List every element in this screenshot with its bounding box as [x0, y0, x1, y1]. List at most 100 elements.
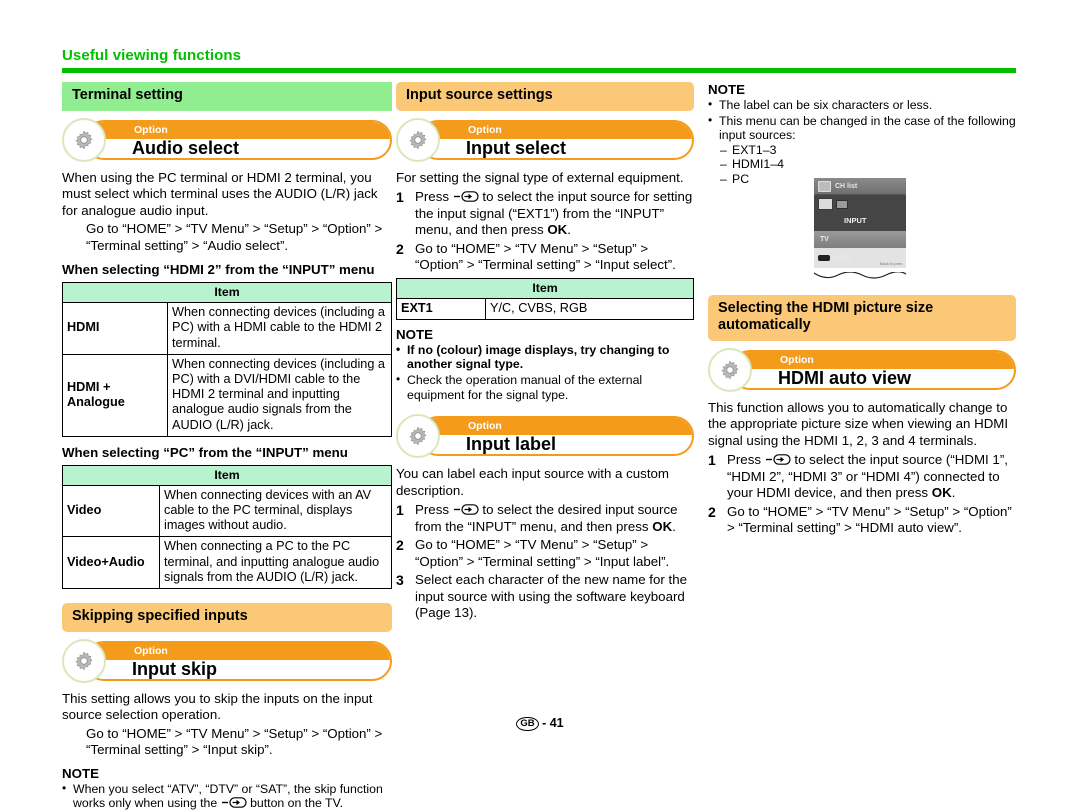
table-cell-value: When connecting devices (including a PC)… [167, 302, 392, 355]
gear-icon [396, 414, 440, 459]
step-item: 2 Go to “HOME” > “TV Menu” > “Setup” > “… [396, 537, 694, 570]
column-2: Input source settings Option Input selec… [396, 82, 694, 622]
page-number: - 41 [542, 716, 564, 730]
option-pill-body: Option Input label [418, 416, 694, 457]
table-row: Video When connecting devices with an AV… [62, 484, 392, 538]
ch-list-icon [818, 180, 831, 192]
step-text: Go to “HOME” > “TV Menu” > “Setup” > “Op… [415, 537, 670, 569]
column-3: NOTE The label can be six characters or … [708, 82, 1016, 537]
table-row: EXT1 Y/C, CVBS, RGB [396, 297, 694, 320]
step-number: 2 [396, 240, 404, 257]
tv-menu-tv-label: TV [820, 236, 829, 243]
step-number: 1 [708, 452, 716, 469]
option-title: Input skip [132, 658, 217, 679]
option-badge-label: Option [468, 123, 502, 136]
table-cell-key: HDMI [62, 302, 168, 355]
region-mark: GB [516, 717, 539, 731]
manual-page: Useful viewing functions Terminal settin… [0, 0, 1080, 810]
input-icons [818, 198, 848, 210]
note-list: The label can be six characters or less.… [708, 97, 1016, 143]
step-text: Go to “HOME” > “TV Menu” > “Setup” > “Op… [727, 503, 1012, 536]
input-select-intro: For setting the signal type of external … [396, 169, 684, 185]
gear-icon [62, 638, 106, 683]
table-cell-value: When connecting devices (including a PC)… [167, 353, 392, 437]
audio-select-pc-table: Item Video When connecting devices with … [62, 464, 392, 590]
table-header-item: Item [396, 277, 694, 299]
table2-caption: When selecting “PC” from the “INPUT” men… [62, 444, 348, 460]
dvd-icon [818, 255, 830, 261]
table-cell-key: EXT1 [396, 297, 486, 320]
hdmi-auto-view-intro: This function allows you to automaticall… [708, 399, 1009, 448]
step-item: 1 Press to select the desired input sour… [396, 502, 694, 535]
step-text: Go to “HOME” > “TV Menu” > “Setup” > “Op… [415, 240, 676, 273]
table-cell-value: When connecting a PC to the PC terminal,… [159, 536, 392, 590]
option-pill-top [420, 418, 692, 436]
tv-menu-tv-row: TV [814, 231, 906, 248]
option-pill-body: Option Input select [418, 119, 694, 160]
note-item: When you select “ATV”, “DTV” or “SAT”, t… [62, 781, 392, 811]
option-title: Input select [466, 137, 567, 158]
running-head: Useful viewing functions [62, 47, 242, 64]
input-button-icon [221, 796, 247, 810]
note-item: The label can be six characters or less. [708, 97, 1016, 113]
tv-menu-ch-list-row: CH list [814, 178, 906, 195]
table-cell-key: Video [62, 484, 160, 538]
option-badge-label: Option [134, 123, 168, 136]
step-text: Press to select the desired input source… [415, 502, 678, 534]
input-label-intro: You can label each input source with a c… [396, 466, 670, 498]
input-label-steps: 1 Press to select the desired input sour… [396, 502, 694, 622]
step-text: Press to select the input source for set… [415, 189, 693, 238]
table-cell-key: HDMI + Analogue [62, 353, 168, 437]
step-text: Select each character of the new name fo… [415, 572, 688, 621]
step-number: 2 [396, 537, 404, 554]
step-number: 1 [396, 189, 404, 206]
note-item: This menu can be changed in the case of … [708, 113, 1016, 143]
step-item: 2 Go to “HOME” > “TV Menu” > “Setup” > “… [396, 241, 694, 274]
step-item: 3 Select each character of the new name … [396, 572, 694, 622]
option-pill-audio-select: Option Audio select [62, 117, 392, 162]
gear-icon [708, 347, 752, 392]
table-header-row: Item [396, 277, 694, 299]
note-heading: NOTE [62, 765, 99, 781]
input-source-icon [818, 198, 833, 210]
note-sub-item: EXT1–3 [720, 143, 1016, 158]
input-button-icon [453, 502, 479, 517]
table-header-row: Item [62, 282, 392, 304]
option-pill-body: Option Audio select [84, 119, 392, 160]
table-cell-value: Y/C, CVBS, RGB [485, 297, 694, 320]
option-badge-label: Option [780, 353, 814, 366]
table-header-item: Item [62, 464, 392, 486]
step-number: 1 [396, 502, 404, 519]
option-title: Input label [466, 434, 556, 455]
tv-menu-hint: Back to prev. [879, 261, 903, 266]
hdmi-auto-view-steps: 1 Press to select the input source (“HDM… [708, 452, 1016, 537]
torn-edge-decoration [814, 272, 906, 279]
audio-select-path: Go to “HOME” > “TV Menu” > “Setup” > “Op… [86, 221, 383, 253]
tv-menu-input-row: INPUT [814, 195, 906, 231]
step-text: Press to select the input source (“HDMI … [727, 452, 1008, 501]
step-item: 2 Go to “HOME” > “TV Menu” > “Setup” > “… [708, 504, 1016, 537]
tv-menu-ch-list-label: CH list [835, 182, 858, 190]
input-select-steps: 1 Press to select the input source for s… [396, 189, 694, 274]
option-title: HDMI auto view [778, 367, 912, 388]
audio-select-intro: When using the PC terminal or HDMI 2 ter… [62, 169, 378, 218]
note-list: If no (colour) image displays, try chang… [396, 342, 694, 402]
option-badge-label: Option [468, 420, 502, 433]
section-banner-input-source-settings: Input source settings [396, 82, 694, 111]
table-cell-value: When connecting devices with an AV cable… [159, 484, 392, 538]
tv-menu-input-label: INPUT [844, 216, 867, 225]
table1-caption: When selecting “HDMI 2” from the “INPUT”… [62, 262, 375, 278]
option-pill-input-skip: Option Input skip [62, 638, 392, 683]
input-select-table: Item EXT1 Y/C, CVBS, RGB [396, 277, 694, 320]
audio-select-hdmi2-table: Item HDMI When connecting devices (inclu… [62, 282, 392, 437]
section-banner-skipping-inputs: Skipping specified inputs [62, 603, 392, 632]
tv-menu-dvd-label: DVD [834, 253, 851, 263]
note-heading: NOTE [396, 326, 433, 342]
section-banner-terminal-setting: Terminal setting [62, 82, 392, 111]
option-pill-body: Option Input skip [84, 640, 392, 681]
note-item: If no (colour) image displays, try chang… [396, 342, 694, 372]
note-list: When you select “ATV”, “DTV” or “SAT”, t… [62, 781, 392, 811]
step-number: 3 [396, 572, 404, 589]
note-item: Check the operation manual of the extern… [396, 372, 694, 402]
input-source-icon-secondary [836, 199, 848, 209]
